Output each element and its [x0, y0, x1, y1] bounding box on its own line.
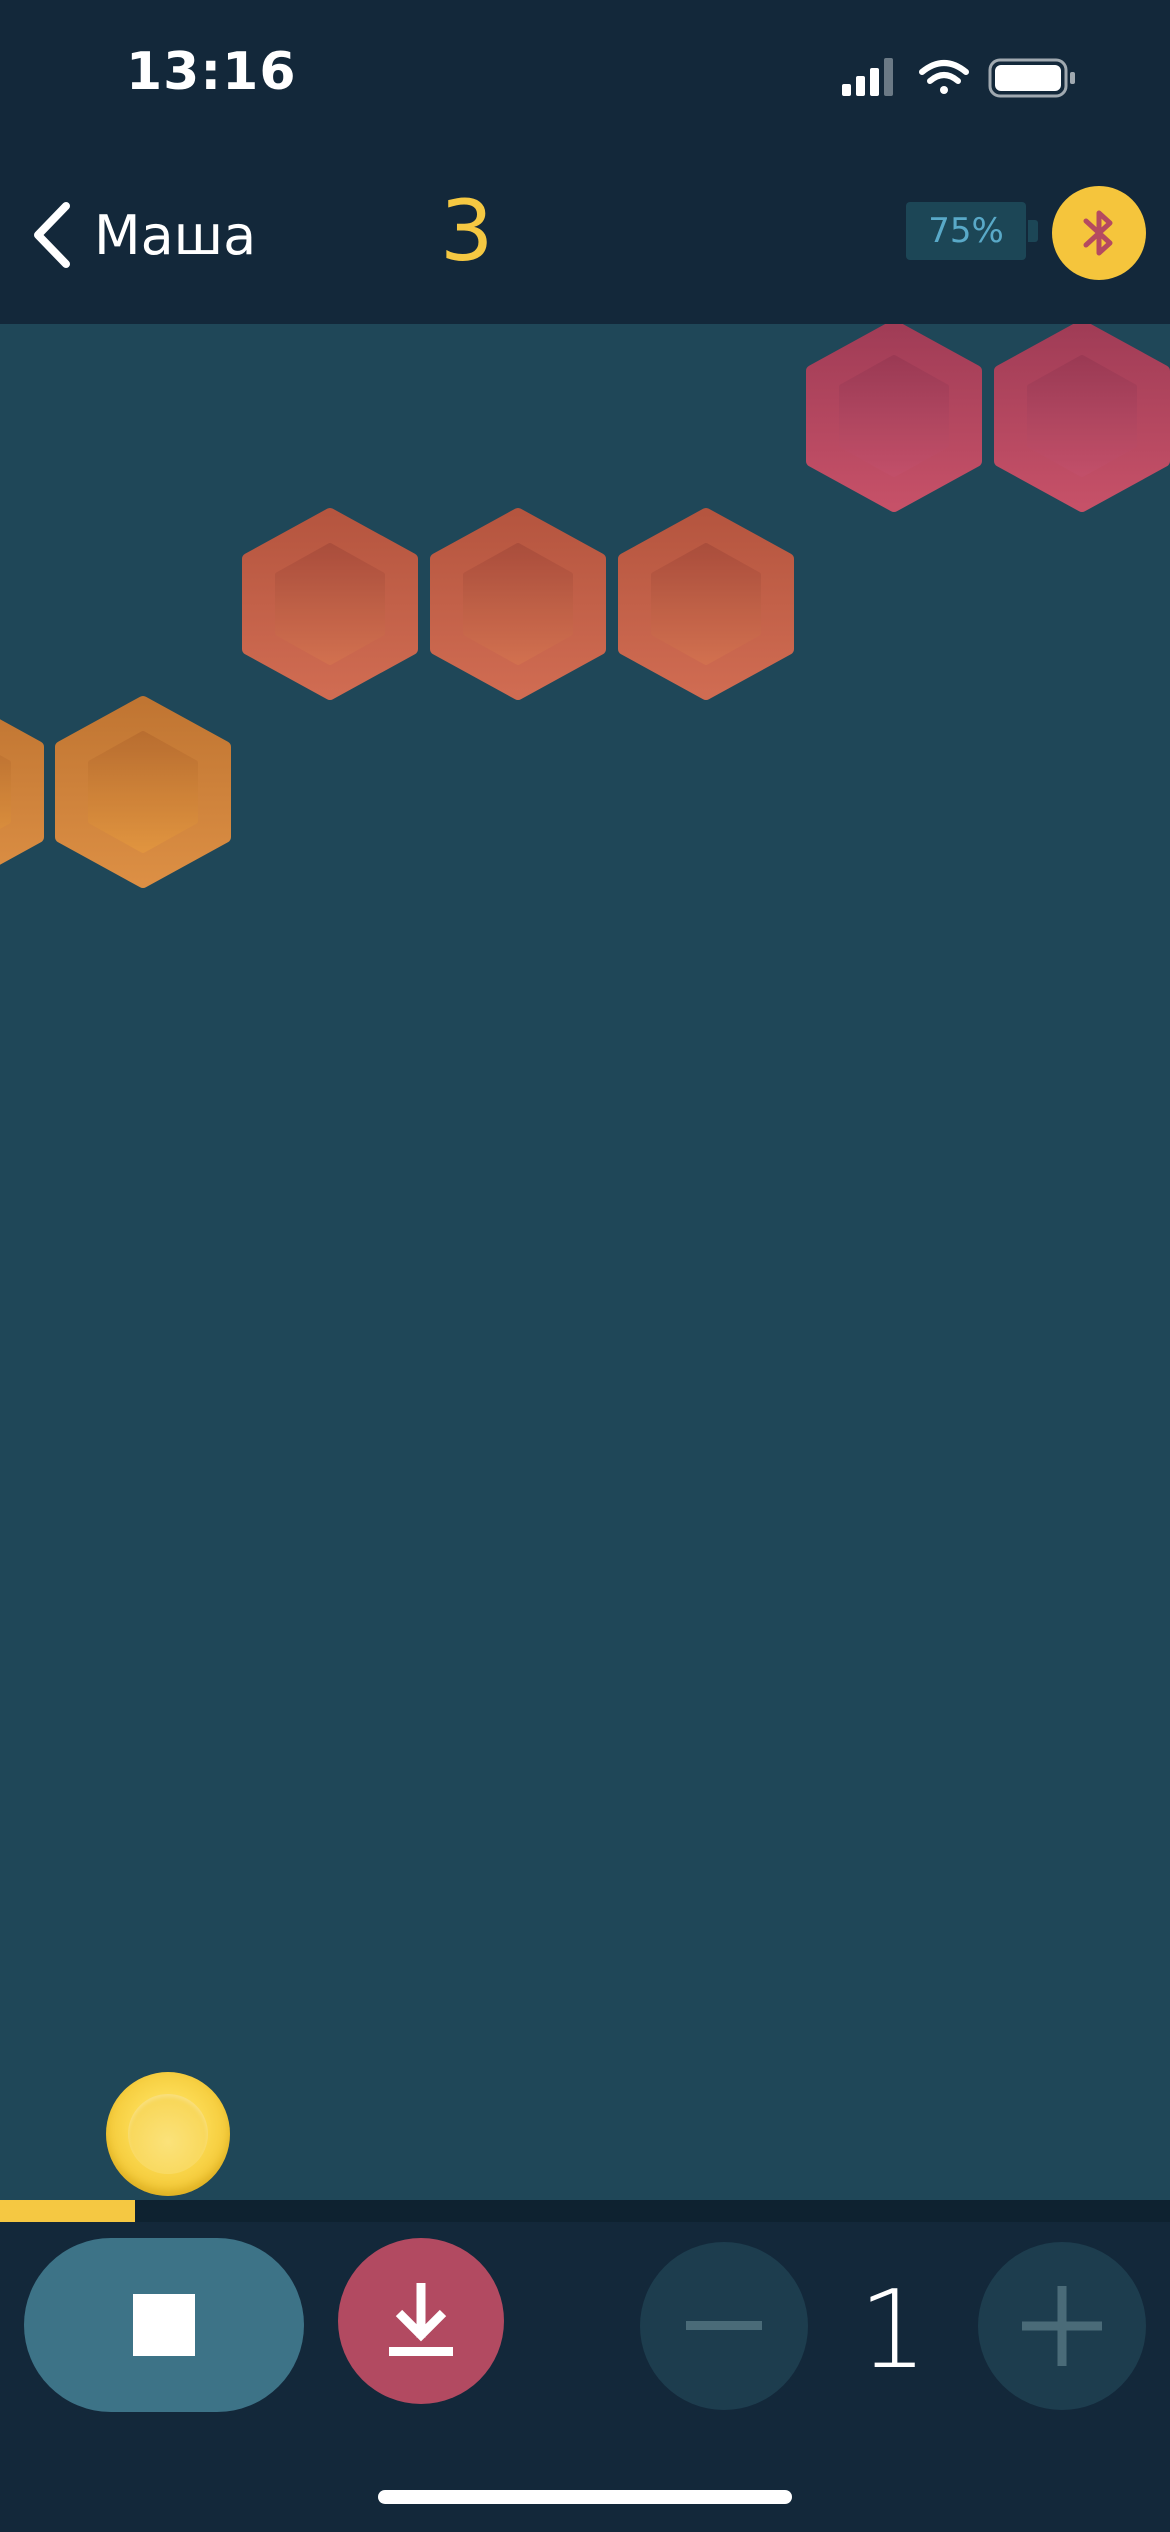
decrease-button[interactable] [640, 2242, 808, 2410]
increase-button[interactable] [978, 2242, 1146, 2410]
back-button[interactable]: Маша [30, 190, 256, 280]
stop-button[interactable] [24, 2238, 304, 2412]
pink-hex-block [994, 324, 1170, 512]
download-icon [389, 2283, 453, 2356]
red-orange-hex-block [242, 508, 418, 700]
download-button[interactable] [338, 2238, 504, 2404]
home-indicator [378, 2490, 792, 2504]
red-orange-hex-block [430, 508, 606, 700]
robot-battery-indicator: 75% [906, 202, 1038, 260]
red-orange-hex-block [618, 508, 794, 700]
pink-hex-block [806, 324, 982, 512]
wifi-icon [919, 60, 969, 94]
playfield [0, 324, 1170, 2200]
progress-bar [0, 2200, 1170, 2222]
status-time: 13:16 [126, 42, 297, 102]
cellular-signal-icon [842, 58, 893, 96]
header: Маша 3 75% [0, 150, 1170, 324]
battery-icon [988, 58, 1075, 98]
bluetooth-button[interactable] [1052, 186, 1146, 280]
app-screen: 13:16 Маша 3 75% 1 [0, 0, 1170, 2532]
chevron-left-icon [34, 202, 70, 268]
bottom-controls: 1 [0, 2222, 1170, 2532]
status-icons [842, 56, 1092, 100]
back-label: Маша [94, 203, 257, 267]
status-bar: 13:16 [0, 0, 1170, 150]
gold-coin [106, 2072, 230, 2196]
minus-icon [686, 2321, 762, 2330]
progress-fill [0, 2200, 135, 2222]
count-value: 1 [858, 2268, 928, 2393]
bluetooth-icon [1083, 210, 1113, 256]
plus-icon [1022, 2286, 1102, 2366]
stop-icon [133, 2294, 195, 2356]
orange-hex-block [55, 696, 231, 888]
robot-battery-label: 75% [928, 211, 1004, 251]
orange-hex-block [0, 719, 44, 865]
score-counter: 3 [440, 182, 494, 280]
